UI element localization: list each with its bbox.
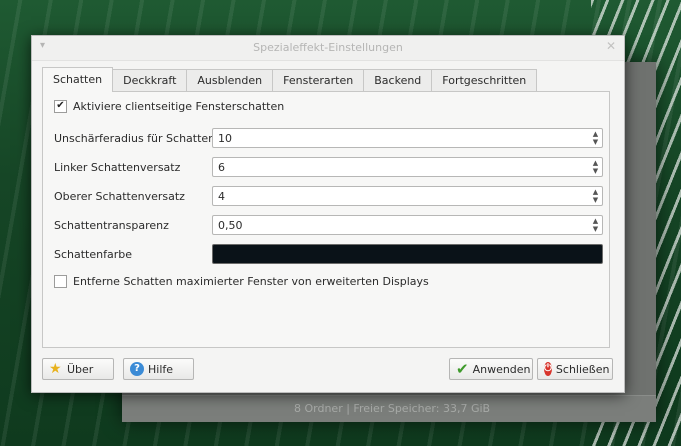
top-offset-value[interactable]: 4: [218, 190, 225, 203]
settings-dialog: ▾ Spezialeffekt-Einstellungen ✕ Schatten…: [31, 35, 625, 393]
help-icon: ?: [130, 362, 144, 376]
button-bar: ★ Über ? Hilfe ✔ Anwenden ⏻ Schließen: [42, 358, 613, 382]
blur-radius-stepper-icon[interactable]: ▲ ▼: [591, 130, 600, 146]
tab-bar: Schatten Deckkraft Ausblenden Fensterart…: [42, 67, 538, 92]
about-button-label: Über: [67, 362, 94, 376]
about-button[interactable]: ★ Über: [42, 358, 114, 380]
help-button[interactable]: ? Hilfe: [123, 358, 194, 380]
tab-fensterarten[interactable]: Fensterarten: [272, 69, 365, 91]
power-icon: ⏻: [544, 362, 552, 376]
tab-backend[interactable]: Backend: [363, 69, 433, 91]
left-offset-stepper-icon[interactable]: ▲ ▼: [591, 159, 600, 175]
shadow-color-button[interactable]: [212, 244, 603, 264]
apply-button-label: Anwenden: [472, 362, 531, 376]
transparency-spinbox[interactable]: 0,50 ▲ ▼: [212, 215, 603, 235]
shadow-settings-panel: ✔ Aktiviere clientseitige Fensterschatte…: [42, 91, 610, 348]
remove-shadows-checkbox[interactable]: [54, 275, 67, 288]
top-offset-spinbox[interactable]: 4 ▲ ▼: [212, 186, 603, 206]
tab-fortgeschritten[interactable]: Fortgeschritten: [431, 69, 538, 91]
blur-radius-label: Unschärferadius für Schatten: [54, 132, 216, 145]
left-offset-value[interactable]: 6: [218, 161, 225, 174]
enable-shadows-row[interactable]: ✔ Aktiviere clientseitige Fensterschatte…: [54, 100, 284, 113]
shadow-color-label: Schattenfarbe: [54, 248, 132, 261]
background-window-statusbar: 8 Ordner | Freier Speicher: 33,7 GiB: [122, 395, 656, 422]
help-button-label: Hilfe: [148, 362, 174, 376]
window-title: Spezialeffekt-Einstellungen: [253, 41, 403, 54]
top-offset-stepper-icon[interactable]: ▲ ▼: [591, 188, 600, 204]
enable-shadows-checkbox[interactable]: ✔: [54, 100, 67, 113]
close-button-label: Schließen: [555, 362, 610, 376]
window-close-icon[interactable]: ✕: [606, 39, 616, 53]
blur-radius-spinbox[interactable]: 10 ▲ ▼: [212, 128, 603, 148]
tab-deckkraft[interactable]: Deckkraft: [112, 69, 188, 91]
enable-shadows-label: Aktiviere clientseitige Fensterschatten: [73, 100, 285, 113]
star-icon: ★: [49, 361, 62, 377]
checkmark-icon: ✔: [456, 360, 469, 378]
transparency-label: Schattentransparenz: [54, 219, 169, 232]
left-offset-label: Linker Schattenversatz: [54, 161, 181, 174]
titlebar[interactable]: ▾ Spezialeffekt-Einstellungen ✕: [32, 36, 624, 61]
remove-shadows-row[interactable]: Entferne Schatten maximierter Fenster vo…: [54, 275, 429, 288]
left-offset-spinbox[interactable]: 6 ▲ ▼: [212, 157, 603, 177]
transparency-value[interactable]: 0,50: [218, 219, 243, 232]
transparency-stepper-icon[interactable]: ▲ ▼: [591, 217, 600, 233]
tab-schatten[interactable]: Schatten: [42, 67, 114, 92]
apply-button[interactable]: ✔ Anwenden: [449, 358, 533, 380]
remove-shadows-label: Entferne Schatten maximierter Fenster vo…: [73, 275, 429, 288]
tab-ausblenden[interactable]: Ausblenden: [186, 69, 274, 91]
blur-radius-value[interactable]: 10: [218, 132, 232, 145]
top-offset-label: Oberer Schattenversatz: [54, 190, 185, 203]
close-button[interactable]: ⏻ Schließen: [537, 358, 613, 380]
